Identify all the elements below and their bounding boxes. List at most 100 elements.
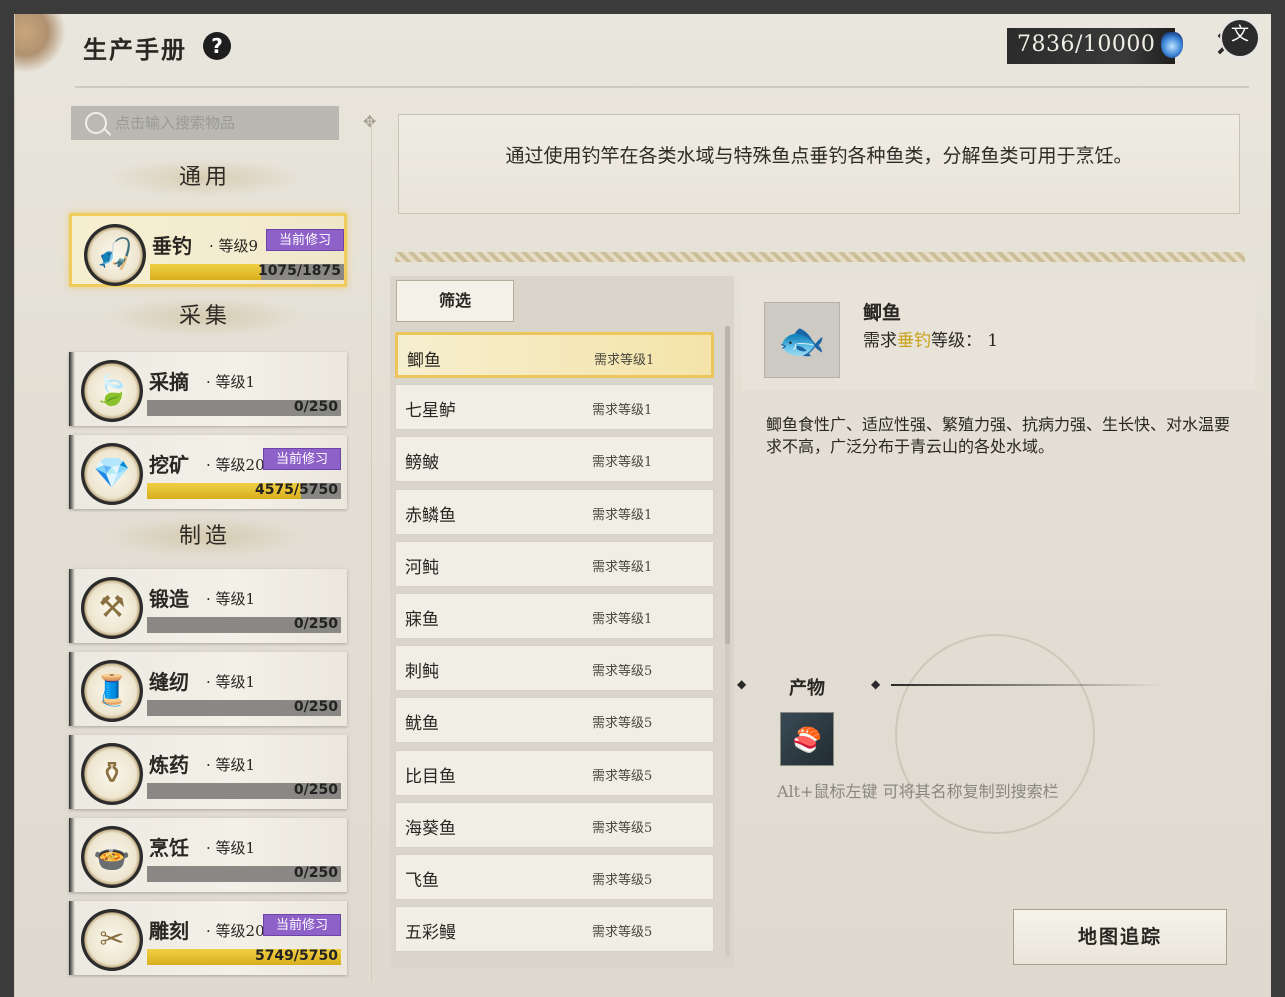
fish-list-item[interactable]: 比目鱼 需求等级5: [395, 749, 714, 796]
fish-name: 河鲀: [405, 557, 439, 578]
skill-level: · 等级1: [206, 590, 256, 608]
progress-fill: [150, 264, 262, 280]
req-skill: 垂钓: [897, 331, 931, 351]
progress-text: 0/250: [293, 782, 338, 798]
fish-requirement: 需求等级1: [594, 353, 655, 368]
fish-list-item[interactable]: 鱿鱼 需求等级5: [395, 697, 714, 744]
fish-requirement: 需求等级5: [592, 925, 653, 941]
category-crafting: 制造: [105, 517, 305, 557]
req-prefix: 需求: [863, 331, 897, 351]
mortar-decoration: [895, 634, 1095, 834]
fish-name: 鱿鱼: [405, 714, 439, 735]
skill-level: · 等级1: [206, 373, 256, 391]
fish-name: 五彩鳗: [405, 923, 456, 944]
output-ornament-left-icon: ◆: [737, 677, 747, 691]
skill-card[interactable]: 🍃 采摘 · 等级1 0/250: [69, 352, 347, 426]
filter-button[interactable]: 筛选: [396, 280, 514, 322]
fishing-rod-icon: 🎣: [84, 224, 146, 286]
fish-list-item[interactable]: 七星鲈 需求等级1: [395, 384, 714, 431]
skill-level: · 等级9: [209, 237, 259, 255]
translate-icon[interactable]: 文: [1220, 18, 1260, 58]
fish-requirement: 需求等级1: [592, 455, 653, 471]
fish-requirement: 需求等级5: [592, 664, 653, 680]
category-gathering: 采集: [105, 297, 305, 337]
fish-list-item[interactable]: 赤鳞鱼 需求等级1: [395, 488, 714, 535]
current-study-badge: 当前修习: [266, 229, 344, 251]
skill-name: 锻造: [149, 587, 189, 611]
fish-list-item[interactable]: 刺鲀 需求等级5: [395, 645, 714, 692]
fish-list-item[interactable]: 飞鱼 需求等级5: [395, 854, 714, 900]
search-input[interactable]: 点击输入搜索物品: [71, 106, 339, 140]
skill-card[interactable]: ⚒ 锻造 · 等级1 0/250: [69, 569, 347, 643]
skill-card[interactable]: 🍲 烹饪 · 等级1 0/250: [69, 818, 347, 892]
fish-requirement: 需求等级5: [592, 873, 653, 888]
skill-level: · 等级1: [206, 839, 256, 857]
fish-requirement: 需求等级1: [592, 612, 653, 627]
scrollbar-thumb[interactable]: [725, 326, 730, 644]
production-manual-window: 生产手册 ? 7836/10000 ✕ 点击输入搜索物品 ✥ 通用 采集 制造 …: [14, 14, 1271, 997]
fish-name: 赤鳞鱼: [405, 505, 456, 526]
skill-name: 雕刻: [149, 919, 189, 943]
fish-list-item[interactable]: 鲫鱼 需求等级1: [395, 332, 714, 378]
fish-name: 比目鱼: [405, 766, 456, 787]
copy-hint: Alt+鼠标左键 可将其名称复制到搜索栏: [777, 782, 1059, 801]
fish-requirement: 需求等级5: [592, 768, 653, 784]
skill-level: · 等级20: [206, 922, 265, 940]
fish-name: 海葵鱼: [405, 818, 456, 839]
page-title: 生产手册: [83, 35, 187, 64]
output-divider: [891, 684, 1161, 686]
search-icon: [85, 112, 107, 134]
fish-list-item[interactable]: 鳑鲏 需求等级1: [395, 436, 714, 483]
detail-description: 鲫鱼食性广、适应性强、繁殖力强、抗病力强、生长快、对水温要求不高，广泛分布于青云…: [766, 415, 1231, 456]
fish-name: 七星鲈: [405, 401, 456, 422]
fish-icon: 🐟: [764, 302, 840, 378]
fish-list-item[interactable]: 寐鱼 需求等级1: [395, 593, 714, 639]
skill-description: 通过使用钓竿在各类水域与特殊鱼点垂钓各种鱼类，分解鱼类可用于烹饪。: [398, 114, 1240, 214]
progress-bar: 0/250: [147, 399, 341, 416]
req-suffix: 等级：: [931, 331, 982, 351]
skill-name: 挖矿: [149, 453, 189, 477]
progress-bar: 0/250: [147, 616, 341, 633]
progress-text: 5749/5750: [254, 948, 338, 964]
fish-requirement: 需求等级5: [592, 716, 653, 732]
gourd-icon: ⚱: [81, 743, 143, 805]
progress-bar: 0/250: [147, 699, 341, 716]
product-fish-fillet-icon[interactable]: 🍣: [780, 712, 834, 766]
skill-name: 烹饪: [149, 836, 189, 860]
fish-name: 寐鱼: [405, 610, 439, 630]
output-title: 产物: [789, 678, 825, 699]
skill-name: 炼药: [149, 753, 189, 777]
maple-leaf-decoration: [15, 14, 65, 74]
fish-list-item[interactable]: 五彩鳗 需求等级5: [395, 906, 714, 953]
progress-bar: 4575/5750: [147, 482, 341, 499]
fish-list-item[interactable]: 海葵鱼 需求等级5: [395, 801, 714, 848]
progress-text: 4575/5750: [254, 482, 338, 498]
progress-bar: 1075/1875: [150, 263, 344, 280]
skill-card[interactable]: 💎 挖矿 · 等级20 当前修习 4575/5750: [69, 435, 347, 509]
fish-name: 刺鲀: [405, 662, 439, 683]
crystal-icon: 💎: [81, 443, 143, 505]
fish-requirement: 需求等级1: [592, 559, 653, 575]
progress-text: 0/250: [293, 399, 338, 415]
skill-name: 垂钓: [152, 234, 192, 258]
energy-counter: 7836/10000: [1007, 28, 1175, 64]
anvil-icon: ⚒: [81, 577, 143, 639]
map-track-button[interactable]: 地图追踪: [1013, 909, 1227, 965]
output-ornament-right-icon: ◆: [871, 677, 881, 691]
skill-name: 缝纫: [149, 670, 189, 694]
skill-card[interactable]: 🧵 缝纫 · 等级1 0/250: [69, 652, 347, 726]
fish-name: 鳑鲏: [405, 453, 439, 474]
skill-card[interactable]: 🎣 垂钓 · 等级9 当前修习 1075/1875: [69, 213, 347, 287]
current-study-badge: 当前修习: [263, 914, 341, 936]
skill-card[interactable]: ⚱ 炼药 · 等级1 0/250: [69, 735, 347, 809]
detail-requirement: 需求垂钓等级： 1: [863, 326, 998, 351]
skill-card[interactable]: ✂ 雕刻 · 等级20 当前修习 5749/5750: [69, 901, 347, 975]
req-level: 1: [987, 331, 999, 351]
progress-text: 0/250: [293, 865, 338, 881]
fish-list-item[interactable]: 河鲀 需求等级1: [395, 540, 714, 587]
skill-name: 采摘: [149, 370, 189, 394]
rope-divider: [395, 252, 1245, 262]
thread-icon: 🧵: [81, 660, 143, 722]
help-icon[interactable]: ?: [203, 32, 231, 60]
skill-level: · 等级1: [206, 756, 256, 774]
